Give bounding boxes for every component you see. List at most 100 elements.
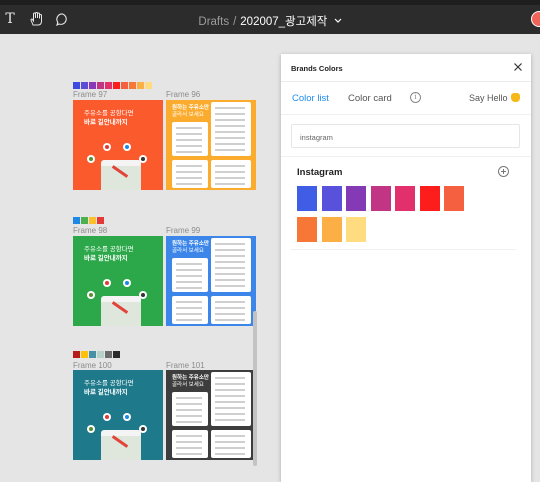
fuel-marker xyxy=(87,291,95,299)
color-chip[interactable] xyxy=(297,186,317,211)
phone-mockup xyxy=(101,296,141,326)
frame-96[interactable]: 원하는 주유소만 골라서 보세요 xyxy=(166,100,256,190)
card-subhead: 골라서 보세요 xyxy=(172,382,204,388)
fuel-marker xyxy=(87,425,95,433)
mini-card-line xyxy=(215,131,245,133)
mini-card-line xyxy=(215,447,245,449)
file-name[interactable]: 202007_광고제작 xyxy=(240,16,327,28)
mini-card-line xyxy=(215,183,245,185)
breadcrumb-drafts[interactable]: Drafts xyxy=(198,16,229,28)
mini-card-line xyxy=(176,397,202,399)
divider xyxy=(281,114,531,115)
divider xyxy=(281,81,531,82)
fuel-marker xyxy=(123,143,131,151)
mini-card-line xyxy=(176,319,202,321)
frame-label[interactable]: Frame 101 xyxy=(166,361,205,370)
mini-card-line xyxy=(176,177,202,179)
mini-card-line xyxy=(176,435,202,437)
color-swatch xyxy=(113,82,120,89)
frame-label[interactable]: Frame 99 xyxy=(166,226,200,235)
mini-card-line xyxy=(176,269,202,271)
card-copy: 원하는 주유소만 골라서 보세요 xyxy=(172,375,209,389)
color-chip[interactable] xyxy=(321,186,342,211)
mini-card-line xyxy=(176,287,202,289)
mini-card xyxy=(211,238,251,292)
color-chip[interactable] xyxy=(444,186,464,211)
brand-name: Instagram xyxy=(297,167,343,178)
divider xyxy=(291,249,516,250)
card-headline: 원하는 주유소만 xyxy=(172,105,209,111)
ad-headline: 주유소를 공항다면 xyxy=(84,246,134,253)
fuel-marker xyxy=(103,413,111,421)
divider xyxy=(281,156,531,157)
ad-copy: 주유소를 공항다면 바로 길안내까지 xyxy=(84,110,134,127)
mini-card-line xyxy=(215,113,245,115)
chevron-down-icon[interactable] xyxy=(334,18,342,24)
frame-98-swatches xyxy=(73,217,104,224)
color-swatch xyxy=(89,217,96,224)
frame-label[interactable]: Frame 97 xyxy=(73,90,107,99)
frame-98[interactable]: 주유소를 공항다면 바로 길안내까지 xyxy=(73,236,163,326)
color-chip[interactable] xyxy=(321,217,342,242)
color-chip[interactable] xyxy=(419,186,440,211)
panel-scrollbar[interactable] xyxy=(253,311,257,466)
ad-headline: 주유소를 공항다면 xyxy=(84,110,134,117)
color-swatch xyxy=(121,82,128,89)
search-input[interactable]: instagram xyxy=(291,124,520,148)
frame-label[interactable]: Frame 96 xyxy=(166,90,200,99)
ad-subhead: 바로 길안내까지 xyxy=(84,118,128,126)
mini-card-line xyxy=(176,127,202,129)
frame-100-swatches xyxy=(73,351,120,358)
frame-97-swatches xyxy=(73,82,152,89)
mini-card-line xyxy=(215,267,245,269)
mini-card-line xyxy=(176,281,202,283)
mini-card-line xyxy=(215,165,245,167)
card-headline: 원하는 주유소만 xyxy=(172,375,209,381)
mini-card-line xyxy=(215,307,245,309)
color-chip[interactable] xyxy=(395,186,415,211)
mini-card-line xyxy=(176,133,202,135)
ad-subhead: 바로 길안내까지 xyxy=(84,388,128,396)
mini-card-line xyxy=(215,279,245,281)
color-chip[interactable] xyxy=(346,217,366,242)
color-chip[interactable] xyxy=(346,186,366,211)
mini-card-line xyxy=(215,419,245,421)
color-swatch xyxy=(81,217,88,224)
frame-label[interactable]: Frame 98 xyxy=(73,226,107,235)
phone-mockup xyxy=(101,160,141,190)
color-swatch xyxy=(97,82,104,89)
frame-99[interactable]: 원하는 주유소만 골라서 보세요 xyxy=(166,236,256,326)
frame-101[interactable]: 원하는 주유소만 골라서 보세요 xyxy=(166,370,256,460)
avatar[interactable] xyxy=(531,11,540,27)
mini-card-line xyxy=(176,171,202,173)
mini-card-line xyxy=(215,249,245,251)
card-subhead: 골라서 보세요 xyxy=(172,112,204,118)
say-hello-button[interactable]: Say Hello xyxy=(469,93,520,103)
fuel-marker xyxy=(103,279,111,287)
breadcrumb[interactable]: Drafts /202007_광고제작 xyxy=(0,13,540,29)
color-swatch xyxy=(81,82,88,89)
mini-card-line xyxy=(215,413,245,415)
mini-card-line xyxy=(215,285,245,287)
mini-card-line xyxy=(215,177,245,179)
ad-copy: 주유소를 공항다면 바로 길안내까지 xyxy=(84,246,134,263)
mini-card xyxy=(172,160,208,188)
mini-card xyxy=(172,296,208,324)
mini-card-line xyxy=(176,409,202,411)
add-circle-icon[interactable] xyxy=(498,166,509,177)
frame-label[interactable]: Frame 100 xyxy=(73,361,112,370)
color-chip[interactable] xyxy=(297,217,317,242)
frame-97[interactable]: 주유소를 공항다면 바로 길안내까지 xyxy=(73,100,163,190)
close-icon[interactable] xyxy=(512,60,524,72)
frame-100[interactable]: 주유소를 공항다면 바로 길안내까지 xyxy=(73,370,163,460)
top-toolbar: T Drafts/202007_광고제작 xyxy=(0,0,540,34)
mini-card-line xyxy=(176,307,202,309)
info-icon[interactable]: i xyxy=(410,92,421,103)
tab-color-list[interactable]: Color list xyxy=(292,93,329,104)
color-chip[interactable] xyxy=(370,186,391,211)
fuel-marker xyxy=(103,143,111,151)
mini-card-line xyxy=(215,261,245,263)
breadcrumb-separator: / xyxy=(233,16,237,28)
tab-color-card[interactable]: Color card xyxy=(348,93,392,104)
mini-card xyxy=(211,372,251,426)
